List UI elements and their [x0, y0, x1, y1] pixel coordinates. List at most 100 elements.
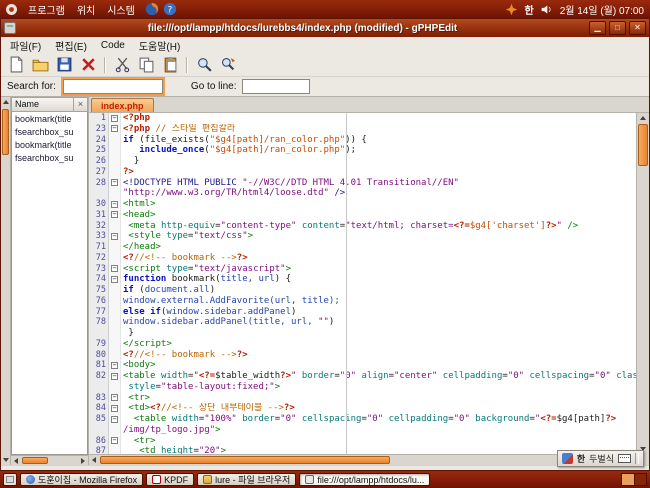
sidebar-hscrollbar[interactable]: [11, 455, 88, 465]
fold-margin: [109, 350, 121, 361]
fold-toggle-icon[interactable]: −: [111, 125, 118, 132]
panel-close-button[interactable]: ×: [74, 97, 88, 112]
fold-toggle-icon[interactable]: −: [111, 201, 118, 208]
distro-menu-icon[interactable]: [4, 2, 18, 16]
line-number: 73: [89, 264, 109, 275]
minimize-button[interactable]: ▁: [589, 21, 606, 35]
scroll-down-arrow[interactable]: [1, 455, 10, 465]
search-input[interactable]: [63, 79, 163, 94]
fold-toggle-icon[interactable]: −: [111, 265, 118, 272]
scim-mode-label[interactable]: 두벌식: [589, 452, 614, 465]
volume-icon[interactable]: [540, 2, 554, 16]
find-icon: [196, 56, 213, 73]
places-menu[interactable]: 위치: [71, 1, 101, 18]
find-button[interactable]: [193, 54, 215, 75]
scrollbar-thumb[interactable]: [638, 124, 648, 166]
function-list-item[interactable]: fsearchbox_su: [12, 151, 87, 164]
scrollbar-thumb[interactable]: [2, 109, 9, 155]
scroll-up-arrow[interactable]: [1, 97, 10, 107]
goto-line-input[interactable]: [242, 79, 310, 94]
cut-button[interactable]: [111, 54, 133, 75]
editor-hscrollbar[interactable]: [89, 454, 636, 465]
function-list-item[interactable]: fsearchbox_su: [12, 125, 87, 138]
fold-toggle-icon[interactable]: −: [111, 394, 118, 401]
task-button[interactable]: lure - 파일 브라우저: [197, 473, 296, 486]
task-button[interactable]: 도훈이집 - Mozilla Firefox: [20, 473, 143, 486]
scroll-left-arrow[interactable]: [11, 456, 21, 465]
line-number: 80: [89, 350, 109, 361]
clock[interactable]: 2월 14일 (월) 07:00: [560, 2, 646, 17]
function-list-item[interactable]: bookmark(title: [12, 112, 87, 125]
code-area[interactable]: 1−<?php23−<?php // 스타일 편집칼라24if (file_ex…: [89, 113, 636, 454]
system-menu[interactable]: 시스템: [101, 1, 141, 18]
function-list-header[interactable]: Name: [11, 97, 74, 112]
maximize-button[interactable]: □: [609, 21, 626, 35]
menu-item[interactable]: 파일(F): [3, 37, 48, 54]
keyboard-icon[interactable]: [618, 454, 631, 463]
fold-toggle-icon[interactable]: −: [111, 179, 118, 186]
open-file-button[interactable]: [29, 54, 51, 75]
fold-toggle-icon[interactable]: −: [111, 233, 118, 240]
fold-margin: [109, 296, 121, 307]
menubar: 파일(F)편집(E)Code도움말(H): [1, 37, 649, 53]
function-list[interactable]: bookmark(titlefsearchbox_subookmark(titl…: [11, 112, 88, 455]
scroll-left-arrow[interactable]: [89, 455, 99, 465]
line-number: 24: [89, 135, 109, 146]
fold-margin: −: [109, 113, 121, 124]
fold-toggle-icon[interactable]: −: [111, 437, 118, 444]
show-desktop-icon[interactable]: [3, 473, 17, 486]
task-button[interactable]: KPDF: [146, 473, 194, 486]
applications-menu[interactable]: 프로그램: [22, 1, 71, 18]
help-launcher-icon[interactable]: ?: [163, 2, 177, 16]
function-list-item[interactable]: bookmark(title: [12, 138, 87, 151]
paste-button[interactable]: [159, 54, 181, 75]
update-notifier-icon[interactable]: [504, 2, 518, 16]
search-toolbar: Search for: Go to line:: [1, 77, 649, 96]
workspace-switcher[interactable]: [621, 473, 647, 486]
scroll-right-arrow[interactable]: [78, 456, 88, 465]
code-line: 83− <tr>: [89, 393, 636, 404]
edge-line: [346, 113, 347, 454]
workspace-1[interactable]: [622, 474, 634, 485]
workspace-2[interactable]: [634, 474, 646, 485]
scrollbar-thumb[interactable]: [22, 457, 48, 464]
new-file-button[interactable]: [5, 54, 27, 75]
scim-lang-label[interactable]: 한: [577, 452, 585, 465]
replace-button[interactable]: [217, 54, 239, 75]
fold-margin: −: [109, 178, 121, 189]
fold-margin: [109, 242, 121, 253]
line-number: 32: [89, 221, 109, 232]
replace-icon: [220, 56, 237, 73]
scroll-up-arrow[interactable]: [637, 113, 649, 123]
panel-input-method-indicator[interactable]: 한: [524, 2, 533, 17]
fold-toggle-icon[interactable]: −: [111, 405, 118, 412]
copy-button[interactable]: [135, 54, 157, 75]
line-number: 74: [89, 274, 109, 285]
close-file-button[interactable]: [77, 54, 99, 75]
fold-toggle-icon[interactable]: −: [111, 362, 118, 369]
fold-toggle-icon[interactable]: −: [111, 211, 118, 218]
sidebar-vscrollbar[interactable]: [1, 97, 11, 465]
titlebar[interactable]: file:///opt/lampp/htdocs/lurebbs4/index.…: [1, 19, 649, 37]
fold-toggle-icon[interactable]: −: [111, 115, 118, 122]
task-button-label: file:///opt/lampp/htdocs/lu...: [317, 475, 424, 485]
scrollbar-thumb[interactable]: [100, 456, 390, 464]
scim-toolbar[interactable]: 한 두벌식: [557, 450, 644, 467]
code-line: "http://www.w3.org/TR/html4/loose.dtd" /…: [89, 188, 636, 199]
fold-toggle-icon[interactable]: −: [111, 276, 118, 283]
scim-drag-handle[interactable]: [635, 453, 639, 464]
fold-toggle-icon[interactable]: −: [111, 416, 118, 423]
firefox-launcher-icon[interactable]: [145, 2, 159, 16]
editor-vscrollbar[interactable]: [636, 113, 649, 454]
tab-index-php[interactable]: index.php: [91, 98, 154, 112]
goto-line-label: Go to line:: [191, 81, 237, 92]
code-line: 31−<head>: [89, 210, 636, 221]
scim-logo-icon[interactable]: [562, 453, 573, 464]
save-file-button[interactable]: [53, 54, 75, 75]
menu-item[interactable]: 도움말(H): [132, 37, 187, 54]
close-button[interactable]: ✕: [629, 21, 646, 35]
task-button[interactable]: file:///opt/lampp/htdocs/lu...: [299, 473, 430, 486]
menu-item[interactable]: Code: [94, 39, 132, 52]
fold-toggle-icon[interactable]: −: [111, 373, 118, 380]
menu-item[interactable]: 편집(E): [48, 37, 94, 54]
